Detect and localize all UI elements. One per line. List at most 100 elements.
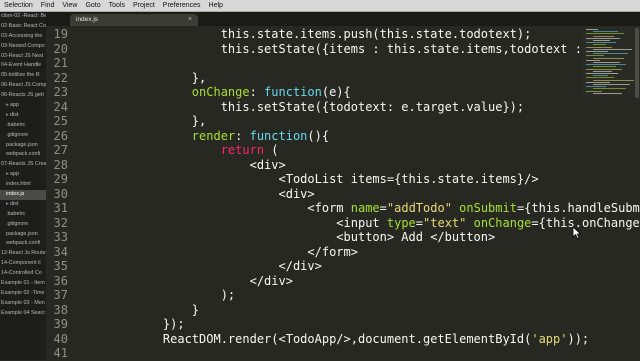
sidebar-item-label: 04-Event Handle bbox=[1, 62, 42, 69]
minimap-line bbox=[586, 73, 618, 74]
sidebar-item[interactable]: index.html bbox=[0, 180, 46, 190]
code-line[interactable]: return ( bbox=[134, 143, 279, 158]
sidebar-item[interactable]: Example 02 -Time bbox=[0, 289, 46, 299]
sidebar-item[interactable]: ▸app bbox=[0, 101, 46, 111]
minimap[interactable] bbox=[582, 26, 640, 96]
menu-preferences[interactable]: Preferences bbox=[159, 0, 205, 11]
tab-index-js[interactable]: index.js × bbox=[70, 14, 198, 26]
sidebar-item[interactable]: 12-React Js Route bbox=[0, 249, 46, 259]
line-number-gutter: 19 20 21 22 23 24 25 26 27 28 29 30 31 32 33 34 35 36 37 38… bbox=[46, 26, 88, 360]
minimap-line bbox=[593, 44, 606, 46]
file-sidebar[interactable]: ction-02 -React: Be 02-Basic React Co 03-A… bbox=[0, 12, 46, 360]
sidebar-item-label: ction-02 -React: Be bbox=[1, 13, 46, 19]
menu-goto[interactable]: Goto bbox=[81, 0, 104, 11]
code-line[interactable]: this.setState({items : this.state.items,… bbox=[134, 41, 626, 57]
sidebar-item[interactable]: package.json bbox=[0, 230, 46, 240]
menu-selection[interactable]: Selection bbox=[0, 0, 37, 11]
code-line[interactable]: onChange: function(e){ bbox=[134, 85, 351, 100]
code-line[interactable]: <TodoList items={this.state.items}/> bbox=[134, 172, 538, 187]
sidebar-item[interactable]: 14-Controlled Co bbox=[0, 269, 46, 279]
line-number: 31 bbox=[53, 201, 68, 215]
code-line[interactable]: <form name="addTodo" onSubmit={this.hand… bbox=[134, 201, 640, 216]
sidebar-item[interactable]: ▸dist bbox=[0, 200, 46, 210]
minimap-line bbox=[586, 90, 602, 92]
sidebar-item[interactable]: Example 03 - Men bbox=[0, 299, 46, 309]
sidebar-item-label: webpack.confi bbox=[6, 151, 41, 158]
sidebar-item-label: .gitignore bbox=[6, 220, 29, 227]
line-number: 32 bbox=[53, 215, 68, 230]
code-token: ={this.onChange} bbox=[531, 215, 640, 230]
code-token: this.setState({items : this.state.items,… bbox=[134, 41, 590, 56]
code-line[interactable]: ReactDOM.render(<TodoApp/>,document.getE… bbox=[134, 332, 589, 347]
code-line[interactable]: this.state.items.push(this.state.todotex… bbox=[134, 27, 532, 42]
code-line[interactable]: render: function(){ bbox=[134, 129, 329, 144]
menu-project[interactable]: Project bbox=[129, 0, 159, 11]
code-line[interactable]: } bbox=[134, 303, 199, 318]
code-line[interactable]: <div> bbox=[134, 158, 286, 173]
code-token: ReactDOM.render(<TodoApp/>,document.getE… bbox=[134, 331, 532, 346]
menu-find[interactable]: Find bbox=[37, 0, 59, 11]
sidebar-item[interactable]: .gitignore bbox=[0, 220, 46, 230]
close-icon[interactable]: × bbox=[188, 14, 192, 26]
line-number: 33 bbox=[53, 230, 68, 244]
sidebar-item[interactable]: package.json bbox=[0, 141, 46, 151]
code-line[interactable]: <input type="text" onChange={this.onChan… bbox=[134, 216, 640, 231]
sidebar-item-label: 05-Initilize the R bbox=[1, 72, 40, 79]
sidebar-item-label: index.html bbox=[6, 181, 31, 188]
sidebar-item[interactable]: Example 01 - Item bbox=[0, 279, 46, 289]
sidebar-item[interactable]: 07-Reacts JS Creat bbox=[0, 160, 46, 170]
code-token: (e){ bbox=[321, 85, 351, 99]
minimap-line bbox=[586, 37, 620, 39]
sidebar-item[interactable]: 03-React JS Nest bbox=[0, 52, 46, 62]
line-number: 27 bbox=[53, 143, 68, 157]
sidebar-item-label: package.json bbox=[6, 141, 38, 148]
sidebar-item[interactable]: 03-Accessing the bbox=[0, 32, 46, 42]
sidebar-item-label: app bbox=[10, 171, 19, 178]
sidebar-item[interactable]: webpack.confi bbox=[0, 150, 46, 160]
sidebar-item-label: package.json bbox=[6, 230, 38, 237]
sidebar-item-label: 07-Reacts JS Creat bbox=[1, 161, 46, 168]
code-token: = bbox=[379, 201, 387, 215]
code-token: function bbox=[264, 85, 322, 99]
sidebar-item[interactable]: 14-Component li bbox=[0, 259, 46, 269]
code-line[interactable]: ); bbox=[134, 288, 235, 303]
sidebar-item[interactable]: index.js bbox=[0, 190, 46, 200]
sidebar-item[interactable]: 03-Nested Compo bbox=[0, 42, 46, 52]
code-token: function bbox=[249, 128, 308, 143]
code-line[interactable]: <button> Add </button> bbox=[134, 230, 495, 245]
sidebar-item[interactable]: ction-02 -React: Be bbox=[0, 12, 46, 22]
sidebar-item[interactable]: webpack.confi bbox=[0, 239, 46, 249]
code-line[interactable]: this.setState({todotext: e.target.value}… bbox=[134, 100, 524, 115]
line-number: 41 bbox=[53, 346, 68, 360]
code-line[interactable]: <div> bbox=[134, 187, 314, 202]
code-token: }, bbox=[134, 114, 207, 128]
code-token: 'app' bbox=[531, 331, 568, 346]
code-line[interactable]: }, bbox=[134, 114, 206, 129]
code-line[interactable]: </div> bbox=[134, 259, 321, 274]
menu-view[interactable]: View bbox=[58, 0, 81, 11]
sidebar-item[interactable]: 04-Event Handle bbox=[0, 61, 46, 71]
sidebar-item[interactable]: Example 04 Searc bbox=[0, 309, 46, 319]
sidebar-item[interactable]: 06-React JS Comp bbox=[0, 81, 46, 91]
sidebar-item[interactable]: ▸dist bbox=[0, 111, 46, 121]
code-token: <input bbox=[134, 215, 387, 230]
code-token: </div> bbox=[134, 273, 293, 288]
code-line[interactable]: }); bbox=[134, 317, 185, 332]
code-line[interactable]: </div> bbox=[134, 274, 293, 289]
code-token: )); bbox=[567, 331, 590, 346]
menu-tools[interactable]: Tools bbox=[105, 0, 129, 11]
sidebar-item[interactable]: 05-Initilize the R bbox=[0, 71, 46, 81]
code-line[interactable]: </form> bbox=[134, 245, 358, 260]
scrollbar-thumb[interactable] bbox=[635, 28, 639, 98]
code-line[interactable]: }, bbox=[134, 71, 206, 86]
sidebar-item[interactable]: ▸app bbox=[0, 170, 46, 180]
minimap-line bbox=[586, 51, 608, 52]
sidebar-item[interactable]: 06-Reacts JS getI bbox=[0, 91, 46, 101]
code-token: : bbox=[235, 128, 250, 143]
code-editor[interactable]: 19 20 21 22 23 24 25 26 27 28 29 30 31 32 33 34 35 36 37 38… bbox=[46, 26, 640, 360]
menu-help[interactable]: Help bbox=[205, 0, 227, 11]
sidebar-item[interactable]: 02-Basic React Co bbox=[0, 22, 46, 32]
sidebar-item[interactable]: .babelrc bbox=[0, 210, 46, 220]
sidebar-item[interactable]: .gitignore bbox=[0, 131, 46, 141]
sidebar-item[interactable]: .babelrc bbox=[0, 121, 46, 131]
